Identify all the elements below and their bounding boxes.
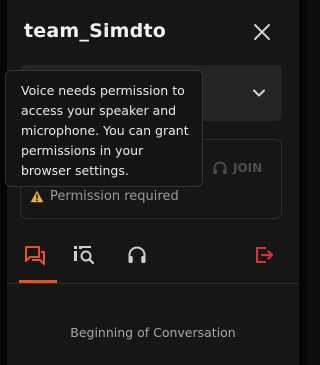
close-button[interactable] bbox=[251, 21, 273, 43]
panel-title: team_Simdto bbox=[24, 20, 167, 42]
conversation-start: Beginning of Conversation bbox=[70, 325, 236, 340]
search-list-icon bbox=[74, 246, 95, 265]
join-voice-button[interactable]: JOIN bbox=[212, 158, 262, 178]
chat-icon bbox=[25, 246, 45, 265]
permission-status: Permission required bbox=[30, 189, 179, 204]
join-label: JOIN bbox=[233, 161, 263, 175]
chevron-down-icon bbox=[253, 89, 265, 97]
tab-bar bbox=[7, 232, 299, 284]
divider bbox=[7, 283, 299, 284]
right-edge bbox=[299, 0, 306, 365]
tab-search[interactable] bbox=[71, 242, 97, 268]
permission-tooltip: Voice needs permission to access your sp… bbox=[5, 70, 203, 187]
permission-text: Permission required bbox=[50, 189, 179, 204]
tab-leave[interactable] bbox=[251, 242, 277, 268]
headphones-icon bbox=[213, 161, 227, 174]
close-icon bbox=[254, 24, 270, 40]
warning-icon bbox=[30, 190, 44, 203]
exit-icon bbox=[256, 247, 273, 263]
headphones-icon bbox=[128, 246, 146, 263]
tab-voice[interactable] bbox=[124, 242, 150, 268]
tab-chat[interactable] bbox=[22, 242, 48, 268]
